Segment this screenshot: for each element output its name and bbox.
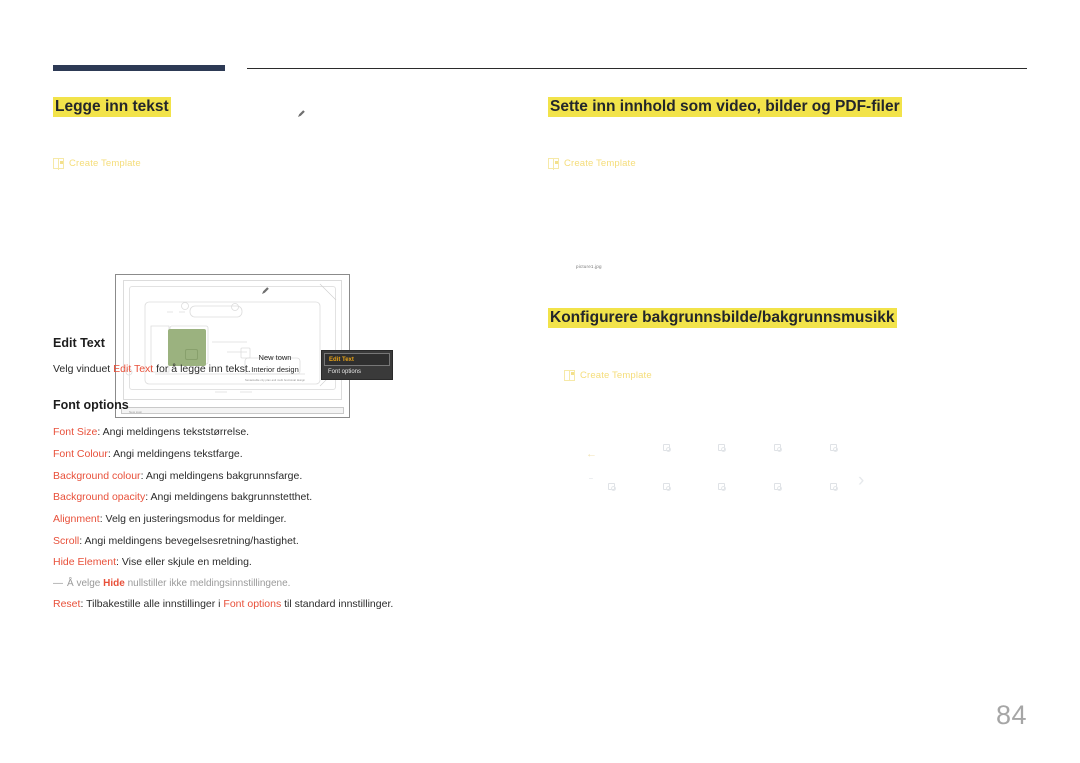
gallery-thumbnail[interactable] <box>718 482 726 491</box>
desc-font-colour: : Angi meldingens tekstfarge. <box>107 447 243 460</box>
term-font-colour: Font Colour <box>53 447 108 460</box>
paragraph-edit-text: Velg vinduet Edit Text for å legge inn t… <box>53 361 483 377</box>
note-hide: — Å velge Hide nullstiller ikke meldings… <box>53 576 483 591</box>
chevron-right-icon[interactable]: › <box>858 471 864 490</box>
template-icon <box>53 158 64 170</box>
header-rule-line <box>247 68 1027 69</box>
gallery-thumbnail[interactable] <box>663 482 671 491</box>
font-options-list: Font Size: Angi meldingens tekststørrels… <box>53 424 483 612</box>
list-item: Background opacity: Angi meldingens bakg… <box>53 489 483 505</box>
left-column: Legge inn tekst Create Template New town… <box>53 96 483 610</box>
gallery-thumbnail[interactable] <box>774 443 782 452</box>
page-title: Legge inn tekst <box>53 96 483 118</box>
gallery-thumbnail[interactable] <box>608 482 616 491</box>
term-scroll: Scroll <box>53 534 80 547</box>
list-item-reset: Reset: Tilbakestille alle innstillinger … <box>53 596 483 612</box>
background-gallery[interactable]: ← – › <box>548 387 968 507</box>
para-accent-edit-text: Edit Text <box>113 363 154 375</box>
pen-icon <box>262 287 269 294</box>
list-item: Font Colour: Angi meldingens tekstfarge. <box>53 446 483 462</box>
template-icon <box>548 158 559 170</box>
gallery-thumbnail[interactable] <box>663 443 671 452</box>
term-alignment: Alignment <box>53 512 100 525</box>
term-hide-element: Hide Element <box>53 556 117 569</box>
list-item: Alignment: Velg en justeringsmodus for m… <box>53 511 483 527</box>
create-template-link-media[interactable]: Create Template <box>548 158 1028 170</box>
gallery-thumbnail[interactable] <box>830 482 838 491</box>
para-prefix: Velg vinduet <box>53 363 114 375</box>
left-text-block: Edit Text Velg vinduet Edit Text for å l… <box>53 336 483 618</box>
term-background-colour: Background colour <box>53 469 141 482</box>
list-item: Hide Element: Vise eller skjule en meldi… <box>53 554 483 570</box>
list-item: Background colour: Angi meldingens bakgr… <box>53 468 483 484</box>
section-heading-insert-media: Sette inn innhold som video, bilder og P… <box>548 97 902 117</box>
gallery-thumbnail[interactable] <box>774 482 782 491</box>
create-template-label: Create Template <box>580 369 652 381</box>
section-heading-configure-background: Konfigurere bakgrunnsbilde/bakgrunnsmusi… <box>548 308 897 329</box>
reset-suffix: til standard innstillinger. <box>281 598 394 611</box>
term-background-opacity: Background opacity <box>53 491 146 504</box>
desc-background-opacity: : Angi meldingens bakgrunnstetthet. <box>145 491 313 504</box>
reset-mid: : Tilbakestille alle innstillinger i <box>80 598 224 611</box>
gallery-thumbnail[interactable] <box>718 443 726 452</box>
section-heading-insert-text: Legge inn tekst <box>53 97 171 117</box>
dash-icon: — <box>53 577 63 589</box>
create-template-link-background[interactable]: Create Template <box>564 369 1028 382</box>
section-heading-media-wrap: Sette inn innhold som video, bilder og P… <box>548 96 1028 118</box>
note-highlight: Hide <box>103 577 125 589</box>
section-heading-background-wrap: Konfigurere bakgrunnsbilde/bakgrunnsmusi… <box>548 307 1028 329</box>
right-column: Sette inn innhold som video, bilder og P… <box>548 96 1028 507</box>
para-suffix: for å legge inn tekst. <box>153 363 251 375</box>
template-icon <box>564 369 575 382</box>
create-template-label: Create Template <box>564 158 636 170</box>
subheading-font-options: Font options <box>53 398 129 413</box>
list-item: Font Size: Angi meldingens tekststørrels… <box>53 424 483 440</box>
back-arrow-icon[interactable]: ← <box>586 448 597 460</box>
note-text: Å velge Hide nullstiller ikke meldingsin… <box>67 576 290 591</box>
create-template-label: Create Template <box>69 158 141 170</box>
desc-scroll: : Angi meldingens bevegelsesretning/hast… <box>79 534 299 547</box>
gallery-thumbnail[interactable] <box>830 443 838 452</box>
list-item: Scroll: Angi meldingens bevegelsesretnin… <box>53 533 483 549</box>
term-font-size: Font Size <box>53 426 98 439</box>
desc-background-colour: : Angi meldingens bakgrunnsfarge. <box>140 469 303 482</box>
pen-icon-outside <box>298 110 305 117</box>
desc-alignment: : Velg en justeringsmodus for meldinger. <box>99 512 287 525</box>
desc-hide-element: : Vise eller skjule en melding. <box>116 556 252 569</box>
desc-font-size: : Angi meldingens tekststørrelse. <box>97 426 250 439</box>
note-prefix: Å velge <box>67 577 104 589</box>
media-file-label: picture1.jpg <box>576 264 602 270</box>
subheading-edit-text: Edit Text <box>53 336 105 350</box>
note-suffix: nullstiller ikke meldingsinnstillingene. <box>124 577 291 589</box>
create-template-link-left[interactable]: Create Template <box>53 158 483 170</box>
reset-accent-font-options: Font options <box>223 598 282 611</box>
page-number: 84 <box>995 700 1027 730</box>
dash-icon: – <box>589 474 593 482</box>
header-rule-accent <box>53 65 225 71</box>
term-reset: Reset <box>53 598 81 611</box>
media-preview-area: picture1.jpg <box>548 169 1028 307</box>
